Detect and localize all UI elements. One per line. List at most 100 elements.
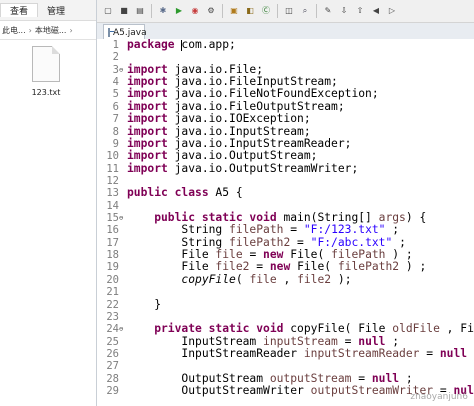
new-class-icon[interactable]: Ⓒ bbox=[260, 5, 272, 17]
file-item-123-txt[interactable]: 123.txt bbox=[24, 46, 68, 97]
toolbar-separator bbox=[316, 4, 317, 18]
external-tools-icon[interactable]: ⚙ bbox=[205, 5, 217, 17]
line-number: 2 bbox=[112, 51, 119, 64]
fold-toggle-icon[interactable]: ⊖ bbox=[119, 323, 125, 335]
line-number: 6 bbox=[112, 100, 119, 113]
code-token: String bbox=[127, 235, 230, 249]
debug-icon[interactable]: ✱ bbox=[157, 5, 169, 17]
open-type-icon[interactable]: ◫ bbox=[283, 5, 295, 17]
java-editor[interactable]: 1 package com.app; 2 3 ⊖ import java.io.File;… bbox=[97, 39, 474, 406]
code-token: file bbox=[249, 272, 277, 286]
next-annotation-icon[interactable]: ⇩ bbox=[338, 5, 350, 17]
print-icon[interactable]: ▤ bbox=[134, 5, 146, 17]
code-token: InputStream bbox=[127, 334, 264, 348]
save-icon[interactable]: ■ bbox=[118, 5, 130, 17]
line-number: 13 bbox=[106, 187, 119, 200]
address-bar[interactable]: 此电... › 本地磁... › bbox=[0, 21, 96, 40]
editor-tab-label: A5.java bbox=[113, 27, 147, 38]
editor-tab-bar: A5.java bbox=[97, 23, 474, 40]
toolbar-separator bbox=[222, 4, 223, 18]
code-text: public class A5 { bbox=[127, 187, 243, 199]
code-token: A5 { bbox=[215, 186, 243, 200]
code-line[interactable]: 1 package com.app; bbox=[97, 39, 474, 51]
ribbon-tab-view[interactable]: 查看 bbox=[0, 3, 39, 17]
breadcrumb-this-pc[interactable]: 此电... bbox=[0, 25, 28, 36]
run-icon[interactable]: ▶ bbox=[173, 5, 185, 17]
code-token: , bbox=[276, 272, 298, 286]
file-icon[interactable]: ▢ bbox=[102, 5, 114, 17]
line-number: 26 bbox=[106, 348, 119, 360]
ribbon-tab-manage[interactable]: 管理 bbox=[38, 4, 74, 17]
line-number: 17 bbox=[106, 236, 119, 249]
line-number: 20 bbox=[106, 273, 119, 286]
code-token: String bbox=[127, 223, 230, 237]
file-name: 123.txt bbox=[31, 88, 61, 97]
line-number: 14 bbox=[106, 199, 119, 212]
new-package-icon[interactable]: ◧ bbox=[244, 5, 256, 17]
code-token: ) ; bbox=[399, 260, 427, 274]
code-token: File bbox=[127, 260, 216, 274]
toggle-mark-icon[interactable]: ✎ bbox=[322, 5, 334, 17]
code-token: filePath bbox=[229, 223, 284, 237]
line-number: 4 bbox=[112, 76, 119, 89]
code-token: import bbox=[127, 99, 175, 113]
new-java-project-icon[interactable]: ▣ bbox=[228, 5, 240, 17]
code-line[interactable]: 11 import java.io.OutputStreamWriter; bbox=[97, 161, 474, 175]
line-number: 23 bbox=[106, 310, 119, 323]
line-number: 10 bbox=[106, 150, 119, 163]
forward-icon[interactable]: ▷ bbox=[386, 5, 398, 17]
code-area[interactable]: 1 package com.app; 2 3 ⊖ import java.io.File;… bbox=[97, 39, 474, 406]
line-number: 15 bbox=[106, 212, 119, 225]
code-line[interactable]: 20 copyFile( file , file2 ); bbox=[97, 272, 474, 286]
code-token: outputStream bbox=[269, 371, 352, 385]
coverage-icon[interactable]: ◉ bbox=[189, 5, 201, 17]
text-file-icon bbox=[32, 46, 60, 82]
fold-toggle-icon[interactable]: ⊖ bbox=[119, 212, 125, 224]
eclipse-window: ▢ ■ ▤ ✱ ▶ ◉ ⚙ ▣ ◧ Ⓒ ◫ ⌕ ✎ ⇩ ⇧ ◀ ▷ A5.java 1 package com.a… bbox=[97, 0, 474, 406]
code-token: ; bbox=[385, 223, 400, 237]
fold-toggle-icon[interactable]: ⊖ bbox=[119, 64, 125, 76]
code-line[interactable]: 13 public class A5 { bbox=[97, 187, 474, 200]
line-number: 22 bbox=[106, 298, 119, 311]
code-token: inputStream bbox=[263, 334, 338, 348]
code-token: args bbox=[378, 211, 406, 225]
editor-tab-a5-java[interactable]: A5.java bbox=[103, 24, 147, 40]
code-token: = bbox=[249, 260, 270, 274]
code-token: null bbox=[439, 347, 468, 360]
code-token: OutputStream bbox=[127, 371, 270, 385]
line-number: 24 bbox=[106, 323, 119, 336]
code-token: private static void bbox=[127, 322, 291, 336]
code-token: java.io.InputStream; bbox=[174, 124, 311, 138]
back-icon[interactable]: ◀ bbox=[370, 5, 382, 17]
explorer-ribbon: 查看 管理 bbox=[0, 0, 96, 21]
code-token: main(String[] bbox=[283, 211, 379, 225]
code-token: file bbox=[215, 248, 243, 262]
chevron-right-icon: › bbox=[69, 25, 73, 35]
line-number: 9 bbox=[112, 137, 119, 150]
code-token: filePath2 bbox=[337, 260, 400, 274]
prev-annotation-icon[interactable]: ⇧ bbox=[354, 5, 366, 17]
code-token: com.app; bbox=[181, 39, 236, 51]
code-token: new bbox=[269, 260, 298, 274]
code-token: = bbox=[242, 248, 264, 262]
code-line[interactable]: 26 InputStreamReader inputStreamReader =… bbox=[97, 347, 474, 360]
code-line[interactable]: 22 } bbox=[97, 298, 474, 311]
code-token: filePath2 bbox=[229, 235, 291, 249]
code-token: , File bbox=[446, 322, 474, 336]
code-token: java.io.File; bbox=[174, 62, 264, 76]
code-token: File( bbox=[290, 248, 332, 262]
code-token: ( bbox=[235, 272, 250, 286]
code-token: java.io.OutputStream; bbox=[174, 149, 318, 163]
code-token: java.io.IOException; bbox=[174, 112, 311, 126]
line-number: 25 bbox=[106, 335, 119, 348]
breadcrumb-local-disk[interactable]: 本地磁... bbox=[33, 25, 69, 36]
code-token: java.io.FileNotFoundException; bbox=[174, 87, 379, 101]
line-number: 8 bbox=[112, 125, 119, 138]
code-token: = bbox=[290, 235, 311, 249]
toolbar-separator bbox=[151, 4, 152, 18]
code-token: java.io.InputStreamReader; bbox=[174, 136, 352, 150]
search-icon[interactable]: ⌕ bbox=[299, 5, 311, 17]
line-number: 7 bbox=[112, 113, 119, 126]
code-token: java.io.OutputStreamWriter; bbox=[174, 161, 359, 175]
line-number: 21 bbox=[106, 286, 119, 299]
